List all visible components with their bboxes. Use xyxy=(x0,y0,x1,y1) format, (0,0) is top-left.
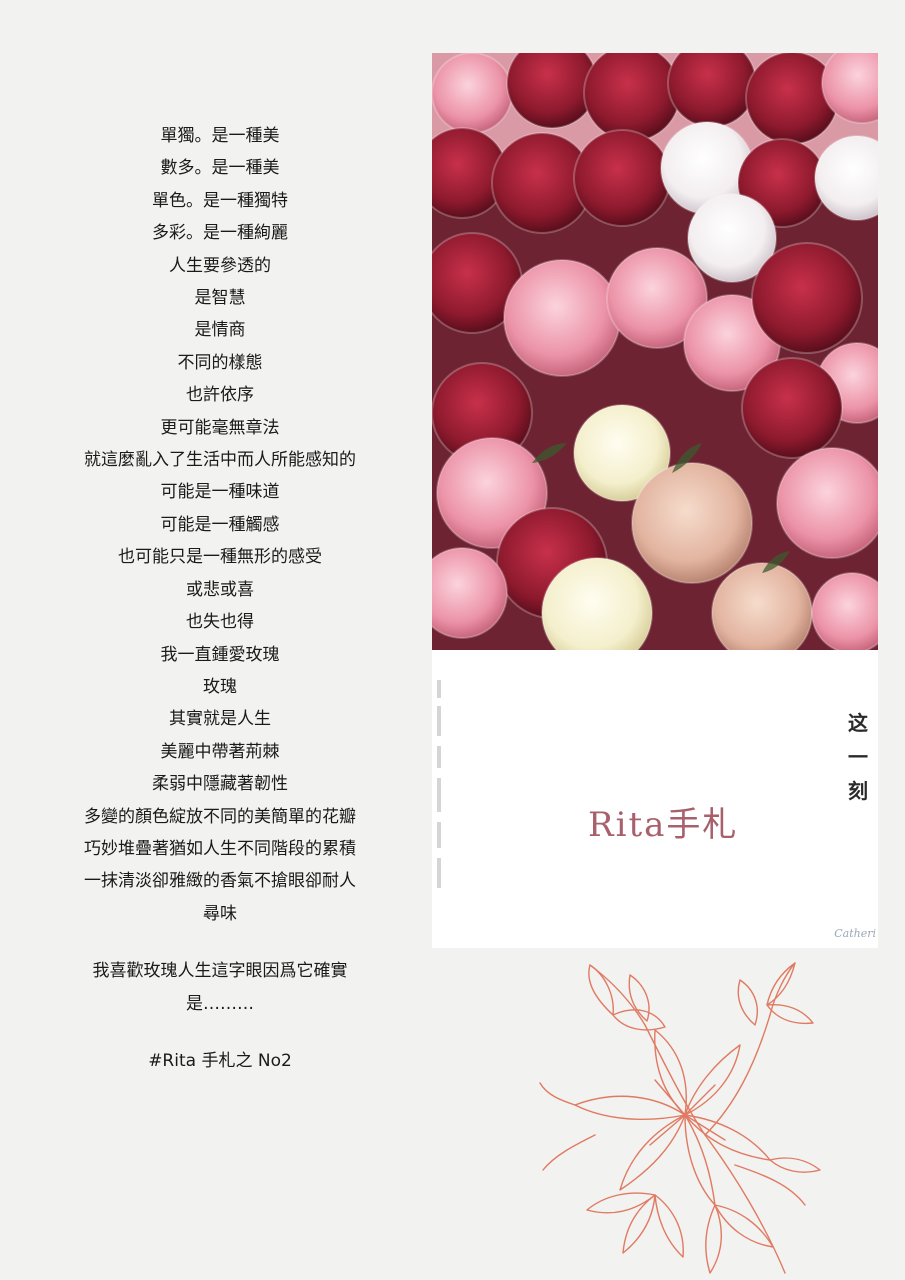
poem-line: 多彩。是一種絢麗 xyxy=(152,223,288,244)
poem-line: 也可能只是一種無形的感受 xyxy=(118,547,322,568)
poem-line: 也許依序 xyxy=(186,385,254,406)
closing-line: 是……… xyxy=(186,993,254,1014)
poem-line: 柔弱中隱藏著韌性 xyxy=(152,774,288,795)
poem-line: 更可能毫無章法 xyxy=(160,417,280,438)
brand-title: Rita手札 xyxy=(588,805,739,845)
poem-text: 單獨。是一種美 數多。是一種美 單色。是一種獨特 多彩。是一種絢麗 人生要參透的… xyxy=(40,120,400,1077)
poem-line: 也失也得 xyxy=(186,612,254,633)
lily-line-art-icon xyxy=(539,962,821,1274)
hashtag: #Rita 手札之 No2 xyxy=(148,1050,292,1071)
vertical-caption: 这 一 刻 xyxy=(846,706,870,808)
poem-line: 多變的顏色綻放不同的美簡單的花瓣 xyxy=(84,806,356,827)
signature: Catheri xyxy=(834,927,876,940)
poem-line: 尋味 xyxy=(203,903,237,924)
poem-line: 就這麼亂入了生活中而人所能感知的 xyxy=(84,450,356,471)
poem-line: 巧妙堆疊著猶如人生不同階段的累積 xyxy=(84,838,356,859)
faded-text-edge xyxy=(437,680,441,888)
rose-bouquet-illustration xyxy=(432,53,878,650)
poem-line: 可能是一種觸感 xyxy=(160,514,280,535)
poem-line: 玫瑰 xyxy=(203,676,237,697)
poem-line: 單色。是一種獨特 xyxy=(152,190,288,211)
vertical-char: 刻 xyxy=(848,779,868,803)
poem-line: 其實就是人生 xyxy=(169,709,271,730)
poem-line: 人生要參透的 xyxy=(169,255,271,276)
poem-line: 單獨。是一種美 xyxy=(160,126,280,146)
poem-lines: 單獨。是一種美 數多。是一種美 單色。是一種獨特 多彩。是一種絢麗 人生要參透的… xyxy=(40,120,400,930)
poem-line: 是情商 xyxy=(194,320,246,341)
poem-line: 不同的樣態 xyxy=(177,352,263,373)
poem-line: 是智慧 xyxy=(194,288,246,309)
poem-line: 我一直鍾愛玫瑰 xyxy=(160,644,280,665)
poem-line: 一抹清淡卻雅緻的香氣不搶眼卻耐人 xyxy=(84,871,356,892)
caption-card: Rita手札 这 一 刻 Catheri xyxy=(432,650,878,948)
poem-line: 數多。是一種美 xyxy=(160,158,280,179)
poem-line: 或悲或喜 xyxy=(186,579,254,600)
poem-line: 可能是一種味道 xyxy=(160,482,280,503)
vertical-char: 一 xyxy=(848,745,868,769)
rose-bouquet-photo xyxy=(432,53,878,650)
closing-line: 我喜歡玫瑰人生這字眼因爲它確實 xyxy=(92,961,348,982)
poem-line: 美麗中帶著荊棘 xyxy=(160,741,280,762)
vertical-char: 这 xyxy=(848,711,868,735)
